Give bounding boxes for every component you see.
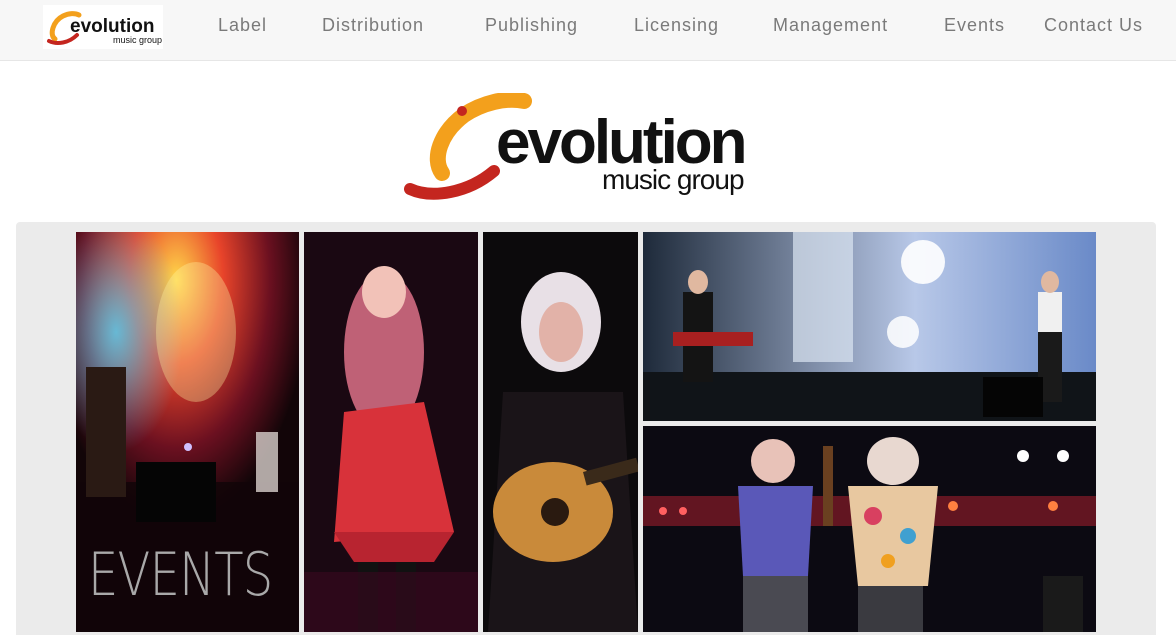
nav-item-events[interactable]: Events	[944, 15, 1005, 36]
nav-item-management[interactable]: Management	[773, 15, 888, 36]
nav-item-contact-us[interactable]: Contact Us	[1044, 15, 1143, 36]
brand-subtitle: music group	[602, 164, 744, 195]
concert-stage-photo[interactable]: EVENTS	[76, 232, 299, 632]
band-stage-lights-photo[interactable]	[643, 232, 1096, 421]
nav-item-publishing[interactable]: Publishing	[485, 15, 578, 36]
nav-logo-swirl-icon: evolution music group	[47, 11, 162, 45]
top-nav-bar: evolution music group Label Distribution…	[0, 0, 1176, 61]
main-brand-logo[interactable]: evolution music group	[402, 91, 772, 203]
nav-logo-text: evolution	[70, 16, 154, 37]
singer-red-dress-photo[interactable]	[304, 232, 478, 632]
nav-item-distribution[interactable]: Distribution	[322, 15, 424, 36]
guitarist-white-hair-photo[interactable]	[483, 232, 638, 632]
photo-gallery: EVENTS	[16, 222, 1156, 635]
nav-logo-subtext: music group	[113, 35, 162, 45]
nav-logo[interactable]: evolution music group	[43, 5, 163, 49]
nav-item-label[interactable]: Label	[218, 15, 267, 36]
nav-item-licensing[interactable]: Licensing	[634, 15, 719, 36]
events-caption: EVENTS	[88, 540, 273, 610]
duo-guitar-stage-photo[interactable]	[643, 426, 1096, 632]
